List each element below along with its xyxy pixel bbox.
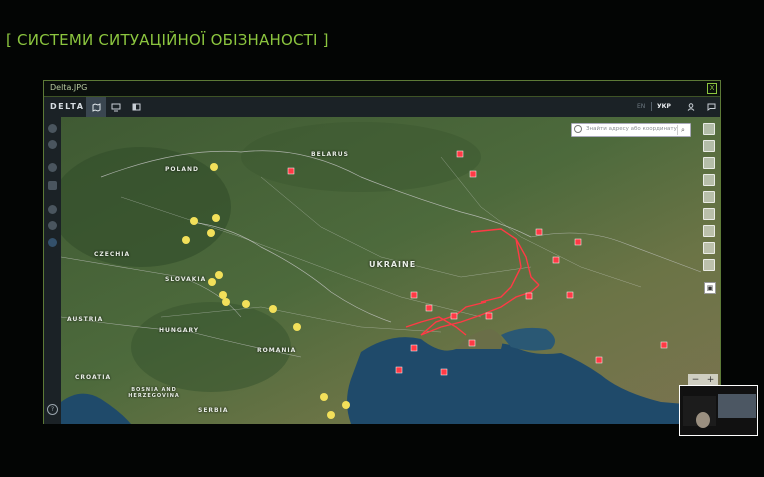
chat-icon [707, 103, 715, 111]
map-tool-2[interactable] [703, 140, 715, 152]
label-belarus: BELARUS [311, 151, 349, 158]
layers-icon [111, 103, 121, 111]
chat-button[interactable] [701, 97, 721, 117]
app-window: Delta.JPG X DELTA EN УКР ? POLAND BELARU… [43, 80, 721, 424]
sidebar-layer-icon[interactable] [48, 124, 57, 133]
label-serbia: SERBIA [198, 407, 229, 414]
panel-icon [132, 103, 140, 111]
map-tools [703, 123, 715, 276]
help-icon[interactable]: ? [47, 404, 58, 415]
map-tool-4[interactable] [703, 174, 715, 186]
sidebar-settings-icon[interactable] [48, 238, 57, 247]
map-tool-7[interactable] [703, 225, 715, 237]
screen-share-preview [718, 394, 756, 418]
search-placeholder: Знайти адресу або координату [586, 126, 677, 132]
map-tool-8[interactable] [703, 242, 715, 254]
label-bosnia: BOSNIA AND HERZEGOVINA [128, 387, 180, 399]
video-thumbnail [679, 385, 758, 436]
map-icon [92, 102, 100, 112]
user-icon [687, 103, 695, 111]
situational-map[interactable]: POLAND BELARUS CZECHIA SLOVAKIA UKRAINE … [61, 117, 720, 424]
map-tool-1[interactable] [703, 123, 715, 135]
layers-toggle-icon[interactable]: ▣ [704, 282, 716, 294]
history-icon[interactable] [574, 125, 582, 133]
map-search[interactable]: Знайти адресу або координату ⌕ [571, 123, 691, 137]
app-toolbar: DELTA EN УКР [44, 97, 720, 117]
sidebar-list-icon[interactable] [48, 181, 57, 190]
sidebar-unit-icon[interactable] [48, 205, 57, 214]
user-button[interactable] [681, 97, 701, 117]
sidebar-filter-icon[interactable] [48, 140, 57, 149]
label-croatia: CROATIA [75, 374, 112, 381]
layers-button[interactable] [106, 97, 126, 117]
map-tool-3[interactable] [703, 157, 715, 169]
label-hungary: HUNGARY [159, 327, 200, 334]
map-tool-6[interactable] [703, 208, 715, 220]
window-titlebar: Delta.JPG X [44, 81, 720, 97]
label-austria: AUSTRIA [67, 316, 104, 323]
sidebar-route-icon[interactable] [48, 221, 57, 230]
label-poland: POLAND [165, 166, 199, 173]
lang-en[interactable]: EN [637, 103, 645, 110]
app-brand: DELTA [50, 102, 85, 111]
label-ukraine: UKRAINE [369, 260, 417, 269]
label-slovakia: SLOVAKIA [165, 276, 207, 283]
map-view-button[interactable] [86, 97, 106, 117]
map-terrain [61, 117, 720, 424]
panel-button[interactable] [126, 97, 146, 117]
slide-title: [ СИСТЕМИ СИТУАЦІЙНОЇ ОБІЗНАНОСТІ ] [6, 31, 329, 49]
search-icon[interactable]: ⌕ [677, 125, 688, 135]
label-czechia: CZECHIA [94, 251, 131, 258]
window-title: Delta.JPG [50, 83, 88, 92]
sidebar-target-icon[interactable] [48, 163, 57, 172]
camera-feed [683, 396, 716, 428]
map-tool-9[interactable] [703, 259, 715, 271]
lang-divider [651, 102, 652, 111]
close-button[interactable]: X [707, 83, 717, 94]
lang-ukr[interactable]: УКР [657, 103, 671, 110]
map-tool-5[interactable] [703, 191, 715, 203]
left-sidebar: ? [44, 117, 61, 424]
label-romania: ROMANIA [257, 347, 297, 354]
